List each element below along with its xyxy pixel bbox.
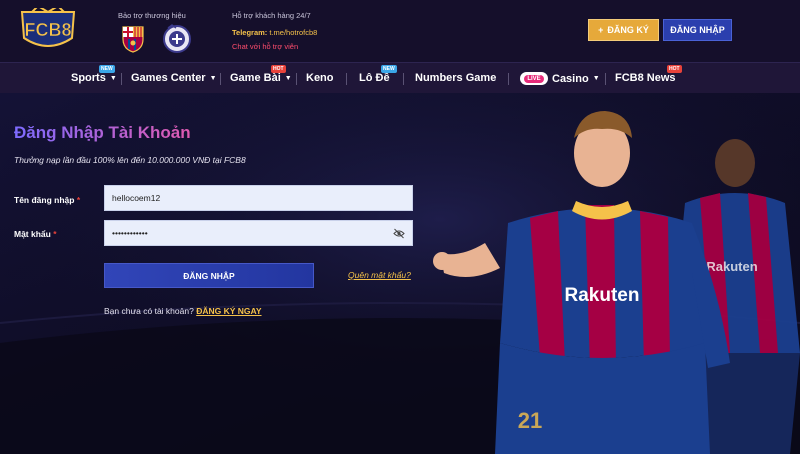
required-mark: *: [53, 229, 57, 239]
eye-off-icon[interactable]: [393, 228, 405, 239]
hot-badge: HOT: [271, 65, 286, 73]
login-submit-button[interactable]: ĐĂNG NHẬP: [104, 263, 314, 288]
logo-text: FCB8: [24, 20, 71, 40]
nav-item-label: Games Center: [131, 72, 206, 84]
header-login-button[interactable]: ĐĂNG NHẬP: [663, 19, 732, 41]
nav-item-label: Game Bài: [230, 72, 281, 84]
football-players-image: Rakuten Rakuten 21: [433, 111, 800, 454]
chevron-down-icon: ▼: [109, 74, 117, 82]
nav-item-label: Lô Đề: [359, 72, 390, 84]
nav-item-games-center[interactable]: Games Center ▼: [131, 72, 217, 84]
plus-icon: +: [598, 25, 604, 35]
password-label-text: Mật khẩu: [14, 229, 51, 239]
nav-divider: [121, 73, 122, 85]
nav-divider: [605, 73, 606, 85]
nav-divider: [403, 73, 404, 85]
nav-item-label: FCB8 News: [615, 72, 676, 84]
register-now-link[interactable]: ĐĂNG KÝ NGAY: [196, 306, 261, 316]
login-section: Đăng Nhập Tài Khoản Thưởng nạp lần đầu 1…: [0, 93, 800, 454]
main-nav: Sports ▼ NEW Games Center ▼ Game Bài ▼ H…: [0, 62, 800, 93]
nav-item-fcb8-news[interactable]: FCB8 News: [615, 72, 676, 84]
login-title: Đăng Nhập Tài Khoản: [14, 123, 191, 142]
nav-divider: [296, 73, 297, 85]
telegram-link[interactable]: Telegram: t.me/hotrofcb8: [232, 28, 317, 37]
nav-divider: [508, 73, 509, 85]
live-icon: LIVE: [520, 72, 548, 85]
forgot-password-link[interactable]: Quên mật khẩu?: [348, 270, 411, 280]
username-label: Tên đăng nhập *: [14, 195, 80, 205]
nav-divider: [346, 73, 347, 85]
partner-club-badge: [163, 24, 191, 53]
chevron-down-icon: ▼: [592, 75, 600, 82]
chat-support-link[interactable]: Chat với hỗ trợ viên: [232, 42, 298, 51]
register-button-label: ĐĂNG KÝ: [607, 25, 649, 35]
live-label: LIVE: [524, 74, 544, 83]
required-mark: *: [76, 195, 81, 205]
top-header: FCB8 Bảo trợ thương hiệu Hỗ trợ khách hà…: [0, 0, 800, 62]
front-player-number: 21: [518, 408, 542, 433]
fc-barcelona-badge: [122, 26, 144, 53]
promo-text: Thưởng nạp lần đầu 100% lên đến 10.000.0…: [14, 155, 246, 165]
fcb8-logo[interactable]: FCB8: [14, 8, 82, 54]
nav-item-label: Casino: [552, 72, 589, 85]
no-account-text: Bạn chưa có tài khoản?: [104, 306, 194, 316]
telegram-value[interactable]: t.me/hotrofcb8: [269, 28, 317, 37]
back-player-sponsor: Rakuten: [706, 259, 757, 274]
nav-divider: [220, 73, 221, 85]
new-badge: NEW: [99, 65, 115, 73]
telegram-key: Telegram:: [232, 28, 268, 37]
nav-item-sports[interactable]: Sports ▼: [71, 72, 117, 84]
support-label: Hỗ trợ khách hàng 24/7: [232, 11, 311, 20]
nav-item-label: Keno: [306, 72, 334, 84]
hot-badge: HOT: [667, 65, 682, 73]
no-account-row: Bạn chưa có tài khoản? ĐĂNG KÝ NGAY: [104, 306, 262, 316]
nav-item-casino[interactable]: LIVE Casino ▼: [520, 72, 600, 85]
front-player: Rakuten 21: [433, 111, 730, 454]
front-player-sponsor: Rakuten: [565, 285, 640, 306]
register-button[interactable]: + ĐĂNG KÝ: [588, 19, 659, 41]
username-input[interactable]: hellocoem12: [104, 185, 413, 211]
sponsor-label: Bảo trợ thương hiệu: [118, 11, 186, 20]
chevron-down-icon: ▼: [284, 74, 292, 82]
password-input[interactable]: ••••••••••••: [104, 220, 413, 246]
new-badge: NEW: [381, 65, 397, 73]
password-label: Mật khẩu *: [14, 229, 57, 239]
nav-item-keno[interactable]: Keno: [306, 72, 334, 84]
nav-item-label: Numbers Game: [415, 72, 497, 84]
chevron-down-icon: ▼: [209, 74, 217, 82]
nav-item-game-bai[interactable]: Game Bài ▼: [230, 72, 292, 84]
nav-item-label: Sports: [71, 72, 106, 84]
nav-item-numbers-game[interactable]: Numbers Game: [415, 72, 496, 84]
username-label-text: Tên đăng nhập: [14, 195, 75, 205]
nav-item-lo-de[interactable]: Lô Đề: [359, 72, 390, 84]
username-value: hellocoem12: [112, 193, 161, 203]
password-value: ••••••••••••: [112, 228, 148, 238]
